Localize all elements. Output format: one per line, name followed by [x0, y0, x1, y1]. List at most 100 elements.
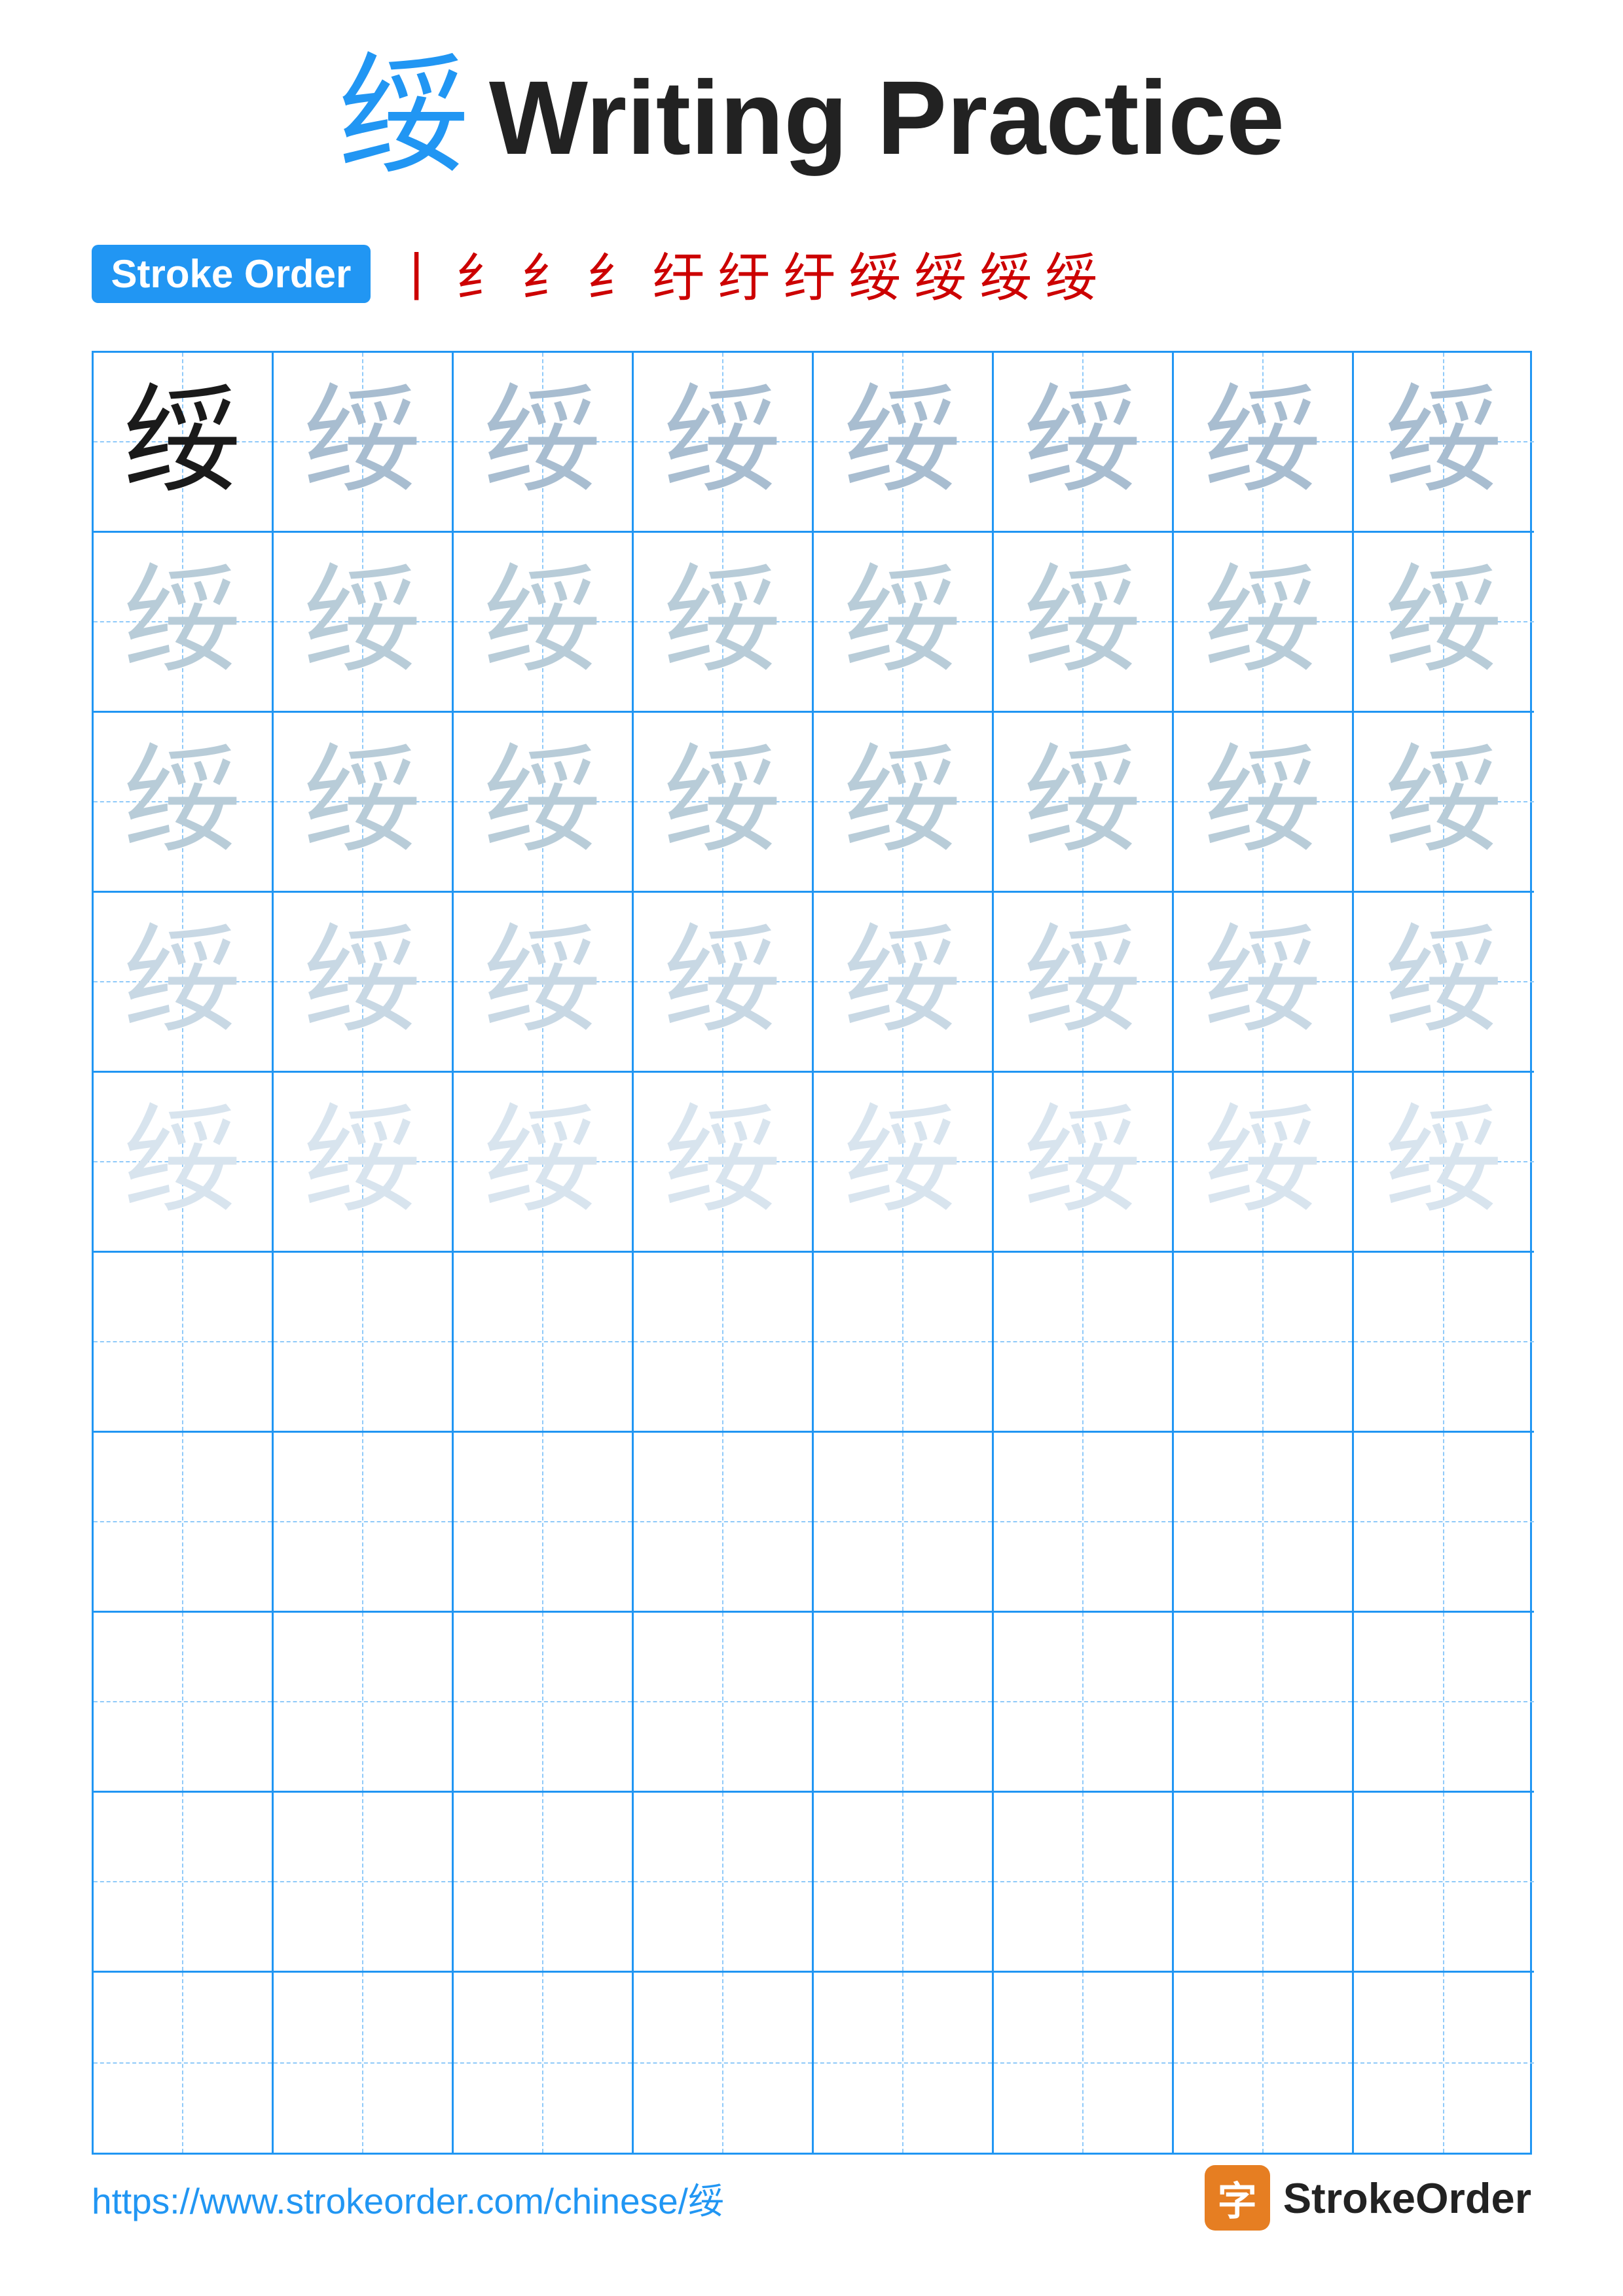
grid-cell-6-5[interactable]: [994, 1433, 1174, 1613]
grid-cell-4-6[interactable]: 绥: [1174, 1073, 1354, 1253]
char-0-6: 绥: [1203, 383, 1321, 501]
grid-cell-7-3[interactable]: [634, 1613, 814, 1793]
grid-cell-3-3[interactable]: 绥: [634, 893, 814, 1073]
footer-brand: 字 StrokeOrder: [1205, 2165, 1531, 2231]
grid-cell-4-3[interactable]: 绥: [634, 1073, 814, 1253]
grid-cell-5-3[interactable]: [634, 1253, 814, 1433]
grid-cell-1-7[interactable]: 绥: [1354, 533, 1534, 713]
stroke-char-6: 纡: [718, 236, 770, 312]
grid-cell-9-5[interactable]: [994, 1973, 1174, 2153]
grid-cell-0-4[interactable]: 绥: [814, 353, 994, 533]
grid-cell-5-4[interactable]: [814, 1253, 994, 1433]
title-area: 绥 Writing Practice: [338, 52, 1285, 183]
grid-cell-1-4[interactable]: 绥: [814, 533, 994, 713]
grid-cell-7-2[interactable]: [454, 1613, 634, 1793]
grid-cell-3-4[interactable]: 绥: [814, 893, 994, 1073]
grid-cell-8-3[interactable]: [634, 1793, 814, 1973]
grid-cell-7-4[interactable]: [814, 1613, 994, 1793]
stroke-char-1: 丨: [390, 236, 443, 312]
grid-row-0: 绥 绥 绥 绥 绥 绥 绥 绥: [94, 353, 1530, 533]
grid-cell-8-2[interactable]: [454, 1793, 634, 1973]
grid-cell-3-6[interactable]: 绥: [1174, 893, 1354, 1073]
stroke-char-2: 纟: [456, 236, 508, 312]
grid-cell-2-1[interactable]: 绥: [274, 713, 454, 893]
grid-cell-3-1[interactable]: 绥: [274, 893, 454, 1073]
grid-cell-8-6[interactable]: [1174, 1793, 1354, 1973]
grid-cell-3-7[interactable]: 绥: [1354, 893, 1534, 1073]
grid-cell-8-5[interactable]: [994, 1793, 1174, 1973]
grid-cell-0-2[interactable]: 绥: [454, 353, 634, 533]
grid-cell-2-6[interactable]: 绥: [1174, 713, 1354, 893]
grid-cell-0-3[interactable]: 绥: [634, 353, 814, 533]
grid-cell-4-1[interactable]: 绥: [274, 1073, 454, 1253]
grid-row-9: [94, 1973, 1530, 2153]
grid-cell-5-0[interactable]: [94, 1253, 274, 1433]
grid-cell-4-2[interactable]: 绥: [454, 1073, 634, 1253]
grid-cell-2-3[interactable]: 绥: [634, 713, 814, 893]
grid-cell-1-5[interactable]: 绥: [994, 533, 1174, 713]
grid-cell-2-4[interactable]: 绥: [814, 713, 994, 893]
grid-cell-7-1[interactable]: [274, 1613, 454, 1793]
grid-cell-9-4[interactable]: [814, 1973, 994, 2153]
grid-cell-6-6[interactable]: [1174, 1433, 1354, 1613]
grid-cell-2-7[interactable]: 绥: [1354, 713, 1534, 893]
grid-cell-5-6[interactable]: [1174, 1253, 1354, 1433]
grid-cell-7-0[interactable]: [94, 1613, 274, 1793]
grid-cell-7-6[interactable]: [1174, 1613, 1354, 1793]
grid-cell-6-2[interactable]: [454, 1433, 634, 1613]
grid-cell-3-0[interactable]: 绥: [94, 893, 274, 1073]
grid-cell-1-3[interactable]: 绥: [634, 533, 814, 713]
grid-cell-9-7[interactable]: [1354, 1973, 1534, 2153]
grid-cell-6-0[interactable]: [94, 1433, 274, 1613]
grid-cell-9-3[interactable]: [634, 1973, 814, 2153]
grid-cell-9-1[interactable]: [274, 1973, 454, 2153]
grid-cell-1-1[interactable]: 绥: [274, 533, 454, 713]
grid-cell-2-2[interactable]: 绥: [454, 713, 634, 893]
char-1-3: 绥: [663, 563, 781, 681]
grid-cell-0-6[interactable]: 绥: [1174, 353, 1354, 533]
grid-cell-6-3[interactable]: [634, 1433, 814, 1613]
grid-cell-8-0[interactable]: [94, 1793, 274, 1973]
grid-cell-8-1[interactable]: [274, 1793, 454, 1973]
grid-cell-3-2[interactable]: 绥: [454, 893, 634, 1073]
grid-cell-4-5[interactable]: 绥: [994, 1073, 1174, 1253]
grid-cell-1-2[interactable]: 绥: [454, 533, 634, 713]
grid-cell-9-0[interactable]: [94, 1973, 274, 2153]
grid-cell-4-4[interactable]: 绥: [814, 1073, 994, 1253]
grid-cell-7-7[interactable]: [1354, 1613, 1534, 1793]
grid-cell-4-7[interactable]: 绥: [1354, 1073, 1534, 1253]
grid-cell-2-0[interactable]: 绥: [94, 713, 274, 893]
grid-cell-5-1[interactable]: [274, 1253, 454, 1433]
grid-cell-1-6[interactable]: 绥: [1174, 533, 1354, 713]
grid-cell-6-1[interactable]: [274, 1433, 454, 1613]
grid-cell-7-5[interactable]: [994, 1613, 1174, 1793]
char-0-4: 绥: [843, 383, 961, 501]
char-2-6: 绥: [1203, 743, 1321, 861]
grid-cell-8-7[interactable]: [1354, 1793, 1534, 1973]
grid-cell-0-5[interactable]: 绥: [994, 353, 1174, 533]
grid-cell-1-0[interactable]: 绥: [94, 533, 274, 713]
grid-cell-0-1[interactable]: 绥: [274, 353, 454, 533]
grid-cell-9-6[interactable]: [1174, 1973, 1354, 2153]
footer-url[interactable]: https://www.strokeorder.com/chinese/绥: [92, 2172, 724, 2224]
grid-cell-9-2[interactable]: [454, 1973, 634, 2153]
grid-cell-5-5[interactable]: [994, 1253, 1174, 1433]
char-3-5: 绥: [1023, 923, 1141, 1041]
char-2-5: 绥: [1023, 743, 1141, 861]
grid-cell-0-0[interactable]: 绥: [94, 353, 274, 533]
title-text: Writing Practice: [489, 58, 1285, 178]
grid-cell-2-5[interactable]: 绥: [994, 713, 1174, 893]
grid-cell-4-0[interactable]: 绥: [94, 1073, 274, 1253]
grid-cell-6-7[interactable]: [1354, 1433, 1534, 1613]
char-1-7: 绥: [1385, 563, 1503, 681]
char-3-6: 绥: [1203, 923, 1321, 1041]
grid-cell-3-5[interactable]: 绥: [994, 893, 1174, 1073]
grid-cell-5-2[interactable]: [454, 1253, 634, 1433]
grid-cell-5-7[interactable]: [1354, 1253, 1534, 1433]
char-4-5: 绥: [1023, 1103, 1141, 1221]
grid-row-2: 绥 绥 绥 绥 绥 绥 绥 绥: [94, 713, 1530, 893]
grid-cell-6-4[interactable]: [814, 1433, 994, 1613]
grid-cell-8-4[interactable]: [814, 1793, 994, 1973]
stroke-char-4: 纟: [587, 236, 639, 312]
grid-cell-0-7[interactable]: 绥: [1354, 353, 1534, 533]
